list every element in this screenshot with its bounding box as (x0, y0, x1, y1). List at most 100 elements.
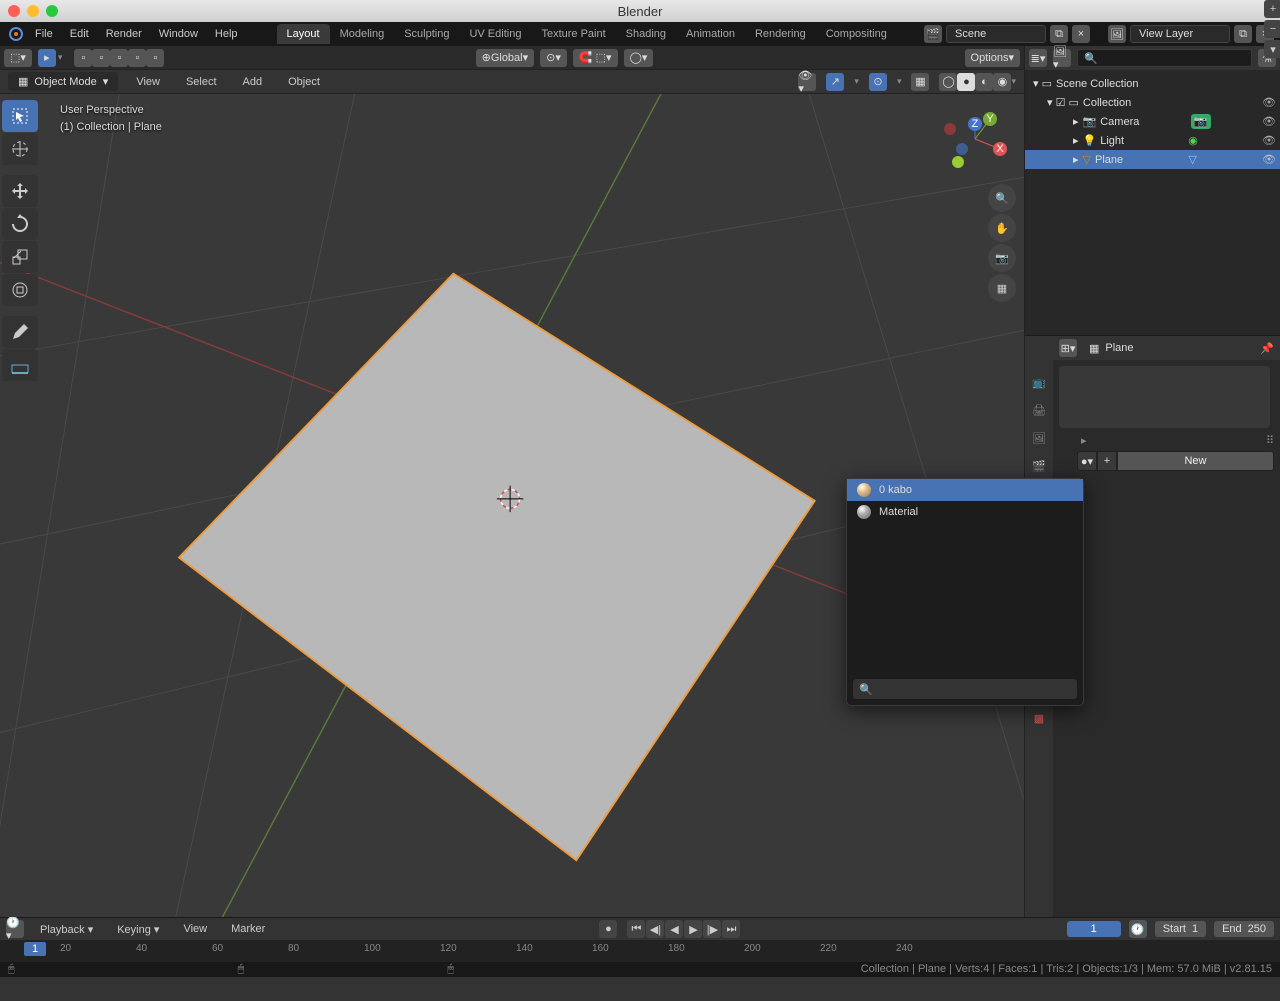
orientation-gizmo[interactable]: X Y Z (940, 104, 1010, 174)
tab-shading[interactable]: Shading (616, 24, 676, 44)
selmode-extend-icon[interactable]: ▫ (92, 49, 110, 67)
options-dropdown[interactable]: Options ▾ (965, 49, 1020, 67)
play-button[interactable]: ▶ (684, 920, 702, 938)
viewport-menu-object[interactable]: Object (280, 72, 328, 92)
tool-select-box[interactable] (2, 100, 38, 132)
selmode-new-icon[interactable]: ▫ (74, 49, 92, 67)
pin-icon[interactable]: 📌 (1260, 342, 1274, 355)
outliner-item-light[interactable]: ▸💡Light ◉ 👁 (1025, 131, 1280, 150)
prop-tab-viewlayer[interactable]: 🖼 (1025, 424, 1053, 452)
timeline-ruler[interactable]: 1 20406080100120140160180200220240 (0, 940, 1280, 962)
outliner-item-camera[interactable]: ▸📷Camera 📷 👁 (1025, 112, 1280, 131)
shading-wireframe-icon[interactable]: ◯ (939, 73, 957, 91)
close-window-button[interactable] (8, 5, 20, 17)
end-frame-input[interactable]: 250 (1248, 923, 1266, 935)
properties-breadcrumb[interactable]: Plane (1105, 342, 1133, 354)
tab-compositing[interactable]: Compositing (816, 24, 897, 44)
select-tool-icon[interactable]: ▸ (38, 49, 56, 67)
tab-layout[interactable]: Layout (277, 24, 330, 44)
outliner-collection[interactable]: ▾ ☑ ▭Collection 👁 (1025, 93, 1280, 112)
jump-end-button[interactable]: ⏭ (722, 920, 740, 938)
menu-edit[interactable]: Edit (62, 24, 97, 44)
prop-tab-render[interactable]: 📺 (1025, 368, 1053, 396)
timeline-keying-menu[interactable]: Keying ▾ (109, 919, 167, 940)
outliner-display-icon[interactable]: 🖼▾ (1053, 49, 1071, 67)
scene-delete-icon[interactable]: × (1072, 25, 1090, 43)
tab-uv-editing[interactable]: UV Editing (459, 24, 531, 44)
drag-handle-icon[interactable]: ⠿ (1266, 434, 1274, 447)
fullscreen-window-button[interactable] (46, 5, 58, 17)
outliner-scene-collection[interactable]: ▾ ▭ Scene Collection (1025, 74, 1280, 93)
scene-browse-icon[interactable]: 🎬 (924, 25, 942, 43)
play-reverse-button[interactable]: ◀ (665, 920, 683, 938)
current-frame-input[interactable]: 1 (1067, 921, 1121, 937)
orientation-dropdown[interactable]: ⊕ Global ▾ (476, 49, 535, 67)
mesh-data-icon[interactable]: ▽ (1188, 153, 1196, 166)
tool-rotate[interactable] (2, 208, 38, 240)
material-option-material[interactable]: Material (847, 501, 1083, 523)
editor-type-icon[interactable]: ⬚▾ (4, 49, 32, 67)
tab-sculpting[interactable]: Sculpting (394, 24, 459, 44)
minimize-window-button[interactable] (27, 5, 39, 17)
scene-copy-icon[interactable]: ⧉ (1050, 25, 1068, 43)
material-search-input[interactable] (877, 683, 1071, 695)
tab-modeling[interactable]: Modeling (330, 24, 395, 44)
timeline-type-icon[interactable]: 🕐▾ (6, 920, 24, 938)
material-slot-remove-button[interactable]: − (1264, 20, 1280, 38)
outliner-type-icon[interactable]: ≣▾ (1029, 49, 1047, 67)
camera-data-icon[interactable]: 📷 (1191, 114, 1211, 129)
prop-tab-texture[interactable]: ▩ (1025, 704, 1053, 732)
pivot-dropdown[interactable]: ⊙▾ (540, 49, 567, 67)
visibility-toggle-icon[interactable]: 👁 (1262, 134, 1276, 147)
visibility-toggle-icon[interactable]: 👁 (1262, 96, 1276, 109)
camera-view-icon[interactable]: 📷 (988, 244, 1016, 272)
perspective-toggle-icon[interactable]: ▦ (988, 274, 1016, 302)
frame-lock-icon[interactable]: 🕐 (1129, 920, 1147, 938)
timeline-playback-menu[interactable]: Playback ▾ (32, 919, 101, 940)
xray-toggle-icon[interactable]: ▦ (911, 73, 929, 91)
tab-rendering[interactable]: Rendering (745, 24, 816, 44)
shading-solid-icon[interactable]: ● (957, 73, 975, 91)
expand-icon[interactable]: ▸ (1081, 434, 1087, 447)
proportional-edit-icon[interactable]: ◯▾ (624, 49, 654, 67)
properties-type-icon[interactable]: ⊞▾ (1059, 339, 1077, 357)
jump-next-keyframe-button[interactable]: |▶ (703, 920, 721, 938)
menu-help[interactable]: Help (207, 24, 246, 44)
autokey-button[interactable]: ● (599, 920, 617, 938)
tool-move[interactable] (2, 175, 38, 207)
material-new-button[interactable]: New (1117, 451, 1274, 471)
tab-texture-paint[interactable]: Texture Paint (531, 24, 615, 44)
tab-animation[interactable]: Animation (676, 24, 745, 44)
selmode-invert-icon[interactable]: ▫ (128, 49, 146, 67)
zoom-icon[interactable]: 🔍 (988, 184, 1016, 212)
material-search-box[interactable]: 🔍 (853, 679, 1077, 699)
jump-start-button[interactable]: ⏮ (627, 920, 645, 938)
tool-measure[interactable] (2, 349, 38, 381)
selmode-intersect-icon[interactable]: ▫ (146, 49, 164, 67)
visibility-icon[interactable]: 👁▾ (798, 73, 816, 91)
material-slot-menu-button[interactable]: ▾ (1264, 40, 1280, 58)
material-browse-button[interactable]: ●▾ (1077, 451, 1097, 471)
viewlayer-input[interactable] (1130, 25, 1230, 43)
selmode-subtract-icon[interactable]: ▫ (110, 49, 128, 67)
overlays-toggle-icon[interactable]: ⊙ (869, 73, 887, 91)
shading-rendered-icon[interactable]: ◉ (993, 73, 1011, 91)
gizmos-toggle-icon[interactable]: ↗ (826, 73, 844, 91)
jump-prev-keyframe-button[interactable]: ◀| (646, 920, 664, 938)
viewport-menu-add[interactable]: Add (235, 72, 271, 92)
light-data-icon[interactable]: ◉ (1188, 134, 1198, 147)
prop-tab-scene[interactable]: 🎬 (1025, 452, 1053, 480)
outliner-item-plane[interactable]: ▸▽Plane ▽ 👁 (1025, 150, 1280, 169)
menu-file[interactable]: File (27, 24, 61, 44)
viewlayer-copy-icon[interactable]: ⧉ (1234, 25, 1252, 43)
visibility-toggle-icon[interactable]: 👁 (1262, 115, 1276, 128)
tool-scale[interactable] (2, 241, 38, 273)
tool-transform[interactable] (2, 274, 38, 306)
timeline-marker-menu[interactable]: Marker (223, 919, 273, 939)
start-frame-input[interactable]: 1 (1192, 923, 1198, 935)
viewport-menu-select[interactable]: Select (178, 72, 225, 92)
snap-dropdown[interactable]: 🧲 ⬚▾ (573, 49, 618, 67)
timeline-view-menu[interactable]: View (175, 919, 215, 939)
visibility-toggle-icon[interactable]: 👁 (1262, 153, 1276, 166)
viewport-menu-view[interactable]: View (128, 72, 168, 92)
